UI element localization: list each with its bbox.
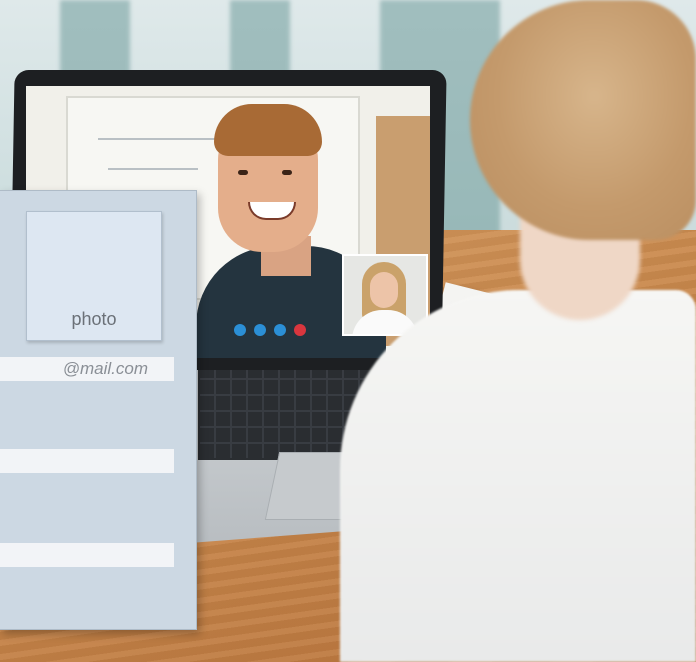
email-field[interactable] bbox=[0, 357, 174, 381]
text-field-3[interactable] bbox=[0, 543, 174, 567]
text-field-2[interactable] bbox=[0, 449, 174, 473]
mic-icon[interactable] bbox=[254, 324, 266, 336]
end-call-icon[interactable] bbox=[294, 324, 306, 336]
viewer-hair bbox=[470, 0, 696, 240]
camera-icon[interactable] bbox=[234, 324, 246, 336]
viewer-shoulder bbox=[340, 290, 696, 662]
caller-hair bbox=[214, 104, 322, 156]
profile-form-panel: photo bbox=[0, 190, 197, 630]
screen-share-icon[interactable] bbox=[274, 324, 286, 336]
photo-upload-box[interactable]: photo bbox=[26, 211, 162, 341]
photo-label: photo bbox=[71, 309, 117, 329]
